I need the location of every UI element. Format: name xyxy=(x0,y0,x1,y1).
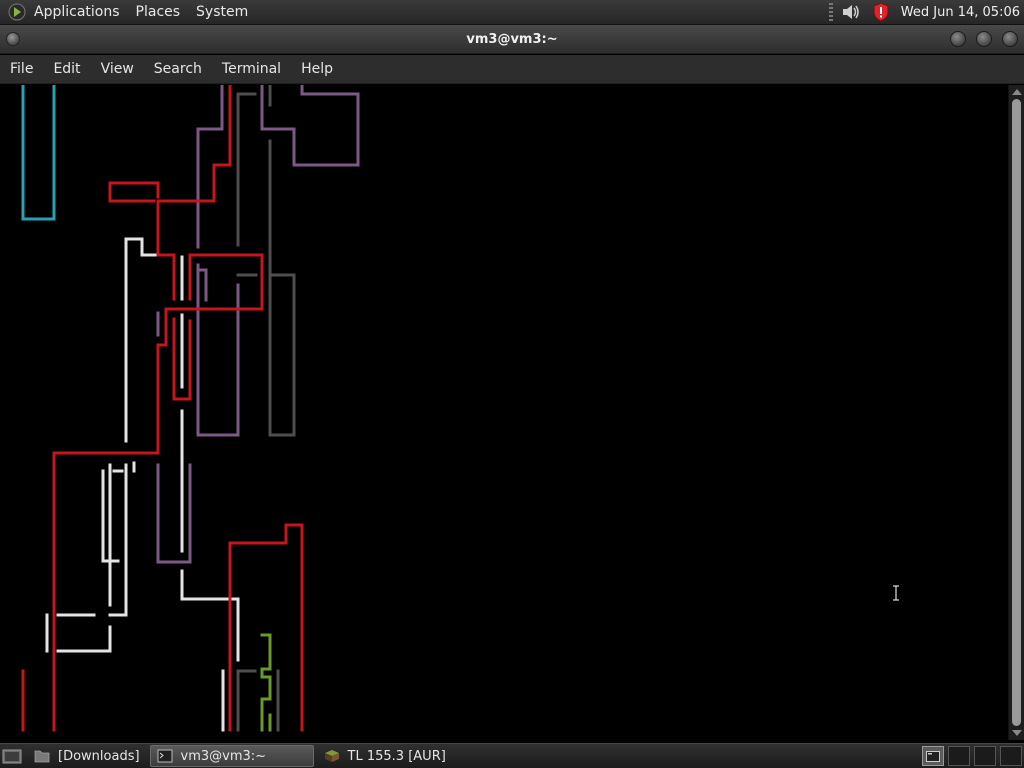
bottom-taskbar: [Downloads] vm3@vm3:~ TL 155.3 [AUR] xyxy=(0,743,1024,768)
menu-edit[interactable]: Edit xyxy=(53,61,80,77)
places-menu[interactable]: Places xyxy=(136,4,181,20)
pipe-purple xyxy=(196,263,240,437)
close-icon[interactable] xyxy=(1002,31,1018,47)
pipe-purple xyxy=(260,85,360,167)
pipe-gray xyxy=(236,92,257,247)
workspace-4[interactable] xyxy=(1000,746,1022,766)
pipe-white xyxy=(56,625,112,653)
applications-menu[interactable]: Applications xyxy=(34,4,120,20)
window-thumbnail-icon xyxy=(926,750,940,762)
task-label: vm3@vm3:~ xyxy=(180,748,267,764)
terminal-menubar: File Edit View Search Terminal Help xyxy=(0,55,1024,84)
workspace-switcher xyxy=(920,744,1024,768)
system-menu[interactable]: System xyxy=(196,4,248,20)
menu-search[interactable]: Search xyxy=(154,61,202,77)
pipe-white xyxy=(124,237,160,443)
workspace-1[interactable] xyxy=(922,746,944,766)
pipe-red xyxy=(108,181,160,203)
ibeam-cursor-icon xyxy=(893,585,899,601)
scroll-down-icon[interactable] xyxy=(1012,730,1022,736)
panel-tray: Wed Jun 14, 05:06 xyxy=(828,0,1024,25)
workspace-2[interactable] xyxy=(948,746,970,766)
shield-update-icon[interactable] xyxy=(871,2,891,22)
top-panel: Applications Places System Wed Jun 14, 0… xyxy=(0,0,1024,25)
distro-logo-icon[interactable] xyxy=(8,3,26,21)
menu-file[interactable]: File xyxy=(10,61,33,77)
folder-icon xyxy=(34,750,50,763)
window-controls xyxy=(950,31,1018,47)
task-package[interactable]: TL 155.3 [AUR] xyxy=(318,745,452,767)
maximize-icon[interactable] xyxy=(976,31,992,47)
terminal-area[interactable] xyxy=(0,85,1008,740)
panel-separator xyxy=(828,3,833,21)
window-titlebar[interactable]: vm3@vm3:~ xyxy=(0,25,1024,54)
minimize-icon[interactable] xyxy=(950,31,966,47)
terminal-icon xyxy=(157,749,173,763)
terminal-scrollbar[interactable] xyxy=(1008,85,1024,740)
task-label: [Downloads] xyxy=(58,748,140,764)
pipe-white xyxy=(108,463,128,617)
show-desktop-icon[interactable] xyxy=(2,747,22,765)
pipe-gray xyxy=(236,669,257,732)
pipe-purple xyxy=(156,463,192,564)
menu-view[interactable]: View xyxy=(101,61,134,77)
workspace-3[interactable] xyxy=(974,746,996,766)
window-title: vm3@vm3:~ xyxy=(466,32,558,47)
pipe-gray xyxy=(268,139,296,437)
scroll-up-icon[interactable] xyxy=(1012,89,1022,95)
scrollbar-thumb[interactable] xyxy=(1012,99,1021,726)
pipes-animation xyxy=(21,85,360,732)
task-label: TL 155.3 [AUR] xyxy=(347,748,446,764)
task-downloads[interactable]: [Downloads] xyxy=(28,745,146,767)
volume-icon[interactable] xyxy=(841,2,861,22)
clock[interactable]: Wed Jun 14, 05:06 xyxy=(901,5,1020,20)
pipe-teal xyxy=(21,85,56,221)
menu-terminal[interactable]: Terminal xyxy=(222,61,281,77)
package-icon xyxy=(324,750,339,762)
task-terminal[interactable]: vm3@vm3:~ xyxy=(149,745,314,767)
pipe-red xyxy=(156,85,232,301)
menu-help[interactable]: Help xyxy=(301,61,333,77)
